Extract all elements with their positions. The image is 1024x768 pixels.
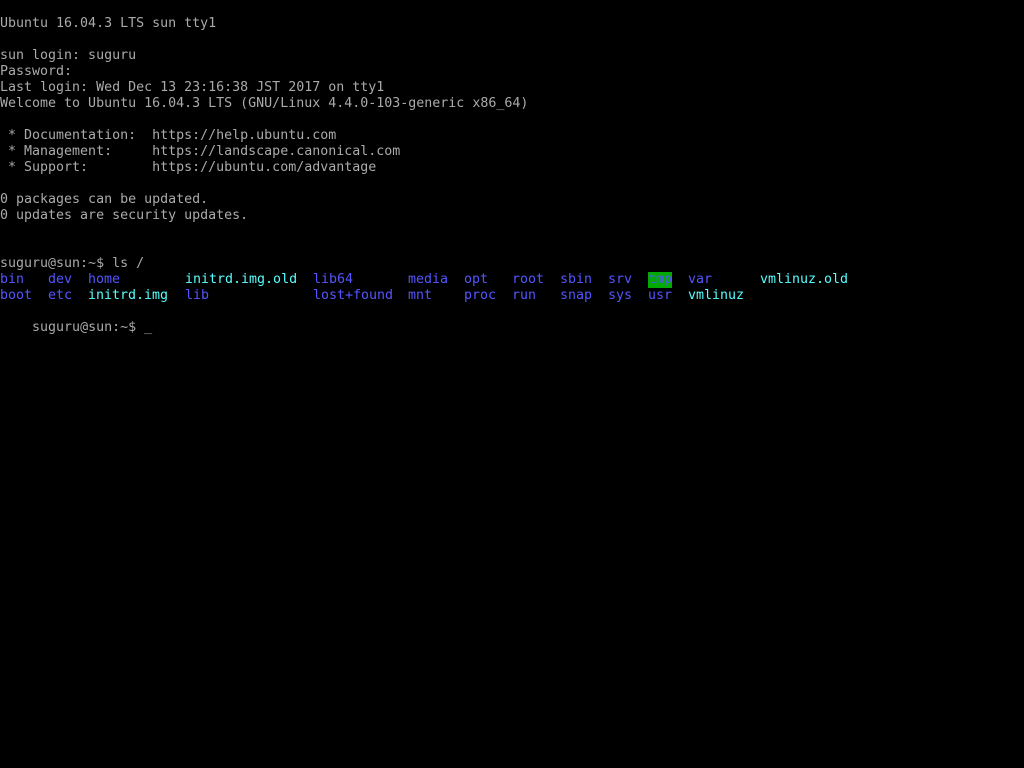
ls-output-row: boot etc initrd.img lib lost+found mnt p… — [0, 288, 1024, 304]
welcome-line: Welcome to Ubuntu 16.04.3 LTS (GNU/Linux… — [0, 96, 529, 111]
ls-entry-opt: opt — [464, 272, 489, 287]
packages-line: 0 packages can be updated. — [0, 192, 209, 207]
support-line: * Support: https://ubuntu.com/advantage — [0, 160, 377, 175]
ls-entry-home: home — [88, 272, 121, 287]
ls-entry-vmlinuz-old: vmlinuz.old — [760, 272, 849, 287]
ls-entry-snap: snap — [560, 288, 593, 303]
ls-entry-tmp: tmp — [648, 272, 673, 288]
banner-line: Ubuntu 16.04.3 LTS sun tty1 — [0, 16, 217, 31]
ls-entry-run: run — [512, 288, 537, 303]
ls-entry-lost-found: lost+found — [313, 288, 394, 303]
ls-entry-bin: bin — [0, 272, 25, 287]
security-updates-line: 0 updates are security updates. — [0, 208, 249, 223]
ls-entry-dev: dev — [48, 272, 73, 287]
ls-entry-initrd-img: initrd.img — [88, 288, 169, 303]
ls-entry-sbin: sbin — [560, 272, 593, 287]
ls-command-line: suguru@sun:~$ ls / — [0, 256, 145, 271]
ls-entry-srv: srv — [608, 272, 633, 287]
tty-console[interactable]: Ubuntu 16.04.3 LTS sun tty1 sun login: s… — [0, 0, 1024, 768]
last-login-line: Last login: Wed Dec 13 23:16:38 JST 2017… — [0, 80, 385, 95]
ls-entry-vmlinuz: vmlinuz — [688, 288, 745, 303]
ls-entry-usr: usr — [648, 288, 673, 303]
ls-entry-initrd-img-old: initrd.img.old — [185, 272, 298, 287]
ls-entry-sys: sys — [608, 288, 633, 303]
text-cursor[interactable]: _ — [144, 320, 152, 335]
ls-entry-etc: etc — [48, 288, 73, 303]
ls-entry-var: var — [688, 272, 713, 287]
password-line: Password: — [0, 64, 73, 79]
shell-prompt-line[interactable]: suguru@sun:~$ _ — [0, 304, 152, 335]
ls-entry-boot: boot — [0, 288, 33, 303]
ls-entry-proc: proc — [464, 288, 497, 303]
documentation-line: * Documentation: https://help.ubuntu.com — [0, 128, 337, 143]
login-line: sun login: suguru — [0, 48, 137, 63]
ls-entry-media: media — [408, 272, 449, 287]
ls-output-row: bin dev home initrd.img.old lib64 media … — [0, 272, 1024, 288]
ls-entry-lib: lib — [185, 288, 210, 303]
ls-entry-lib64: lib64 — [313, 272, 354, 287]
ls-entry-mnt: mnt — [408, 288, 433, 303]
management-line: * Management: https://landscape.canonica… — [0, 144, 401, 159]
ls-entry-root: root — [512, 272, 545, 287]
shell-prompt: suguru@sun:~$ — [32, 320, 145, 335]
